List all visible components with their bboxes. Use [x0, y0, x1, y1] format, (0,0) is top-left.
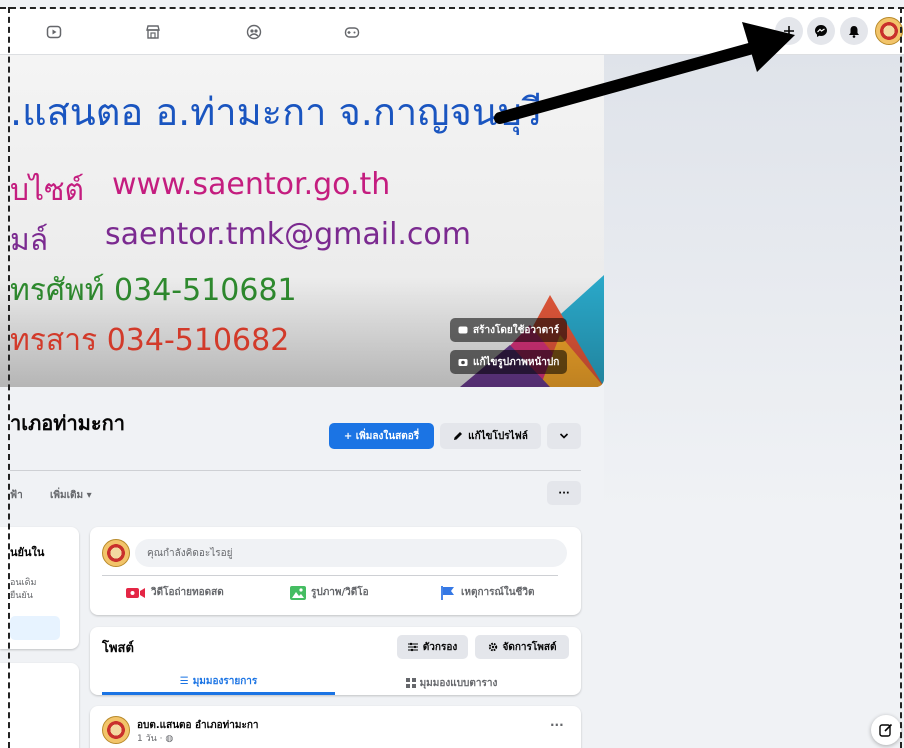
pencil-icon [454, 432, 463, 440]
flag-icon [441, 585, 454, 600]
profile-divider [10, 470, 581, 471]
top-navigation-bar [0, 9, 904, 55]
live-video-button[interactable]: วิดีโอถ่ายทอดสด [126, 585, 224, 600]
photo-video-button[interactable]: รูปภาพ/วิดีโอ [290, 585, 369, 600]
list-view-tab[interactable]: ☰ มุมมองรายการ [102, 671, 335, 695]
tab-partial[interactable]: ฟ้า [10, 488, 23, 503]
manage-posts-button[interactable]: จัดการโพสต์ [475, 635, 569, 659]
globe-icon: ◍ [165, 734, 174, 744]
profile-dropdown-button[interactable] [547, 423, 581, 449]
notifications-bell-icon[interactable] [840, 17, 868, 45]
edit-profile-button[interactable]: แก้ไขโปรไฟล์ [440, 423, 541, 449]
tabs-more-options-button[interactable]: ··· [547, 481, 581, 505]
frame-left-edge [8, 7, 10, 748]
life-event-button[interactable]: เหตุการณ์ในชีวิต [440, 585, 534, 600]
edit-cover-photo-button[interactable]: แก้ไขรูปภาพหน้าปก [450, 350, 568, 374]
grid-view-label: มุมมองแบบตาราง [419, 677, 498, 689]
new-message-button[interactable] [871, 715, 901, 745]
composer-avatar [102, 539, 130, 567]
cover-website-value: www.saentor.go.th [112, 167, 391, 202]
grid-view-tab[interactable]: มุมมองแบบตาราง [335, 671, 568, 695]
frame-right-edge [900, 7, 902, 748]
intro-line-2: ยืนยัน [10, 591, 33, 601]
create-with-avatar-label: สร้างโดยใช้อวาตาร์ [473, 324, 560, 336]
posts-header-card: โพสต์ ตัวกรอง จัดการโพสต์ ☰ มุมมองรายการ… [90, 627, 581, 695]
watch-icon[interactable] [43, 21, 65, 43]
add-to-story-button[interactable]: + เพิ่มลงในสตอรี่ [329, 423, 434, 449]
composer-divider [102, 575, 558, 576]
post-time[interactable]: 1 วัน · ◍ [137, 731, 173, 745]
photo-icon [290, 585, 306, 600]
cover-email-value: saentor.tmk@gmail.com [105, 217, 472, 252]
posts-title: โพสต์ [102, 641, 134, 656]
avatar-icon [458, 326, 468, 334]
post-more-options[interactable]: ··· [550, 718, 564, 732]
messenger-icon[interactable] [807, 17, 835, 45]
manage-posts-label: จัดการโพสต์ [502, 641, 557, 653]
marketplace-icon[interactable] [142, 21, 164, 43]
list-view-label: มุมมองรายการ [192, 676, 258, 687]
cover-website-label: บไซต์ [10, 173, 84, 208]
menu-icon[interactable] [775, 17, 803, 45]
left-secondary-card [0, 663, 79, 748]
post-time-text: 1 วัน · [137, 734, 163, 744]
add-to-story-label: + เพิ่มลงในสตอรี่ [343, 430, 420, 442]
edit-cover-photo-label: แก้ไขรูปภาพหน้าปก [473, 356, 560, 368]
live-video-icon [126, 587, 145, 598]
photo-video-label: รูปภาพ/วิดีโอ [311, 587, 369, 598]
cover-email-label: มล์ [10, 223, 49, 258]
list-view-icon: ☰ [179, 676, 189, 687]
profile-name: าเภอท่ามะกา [10, 411, 125, 435]
groups-icon[interactable] [243, 21, 265, 43]
filter-button[interactable]: ตัวกรอง [397, 635, 468, 659]
account-avatar[interactable] [875, 17, 903, 45]
frame-top-edge [0, 7, 904, 9]
post-card: อบต.แสนตอ อำเภอท่ามะกา 1 วัน · ◍ ··· [90, 706, 581, 748]
composer-card: คุณกำลังคิดอะไรอยู่ วิดีโอถ่ายทอดสด รูปภ… [90, 527, 581, 615]
gaming-icon[interactable] [341, 21, 363, 43]
live-video-label: วิดีโอถ่ายทอดสด [151, 587, 224, 598]
camera-icon [458, 359, 468, 366]
right-background [604, 55, 904, 515]
intro-title: นยันใน [10, 546, 45, 559]
tabs-more-options-label: ··· [558, 487, 570, 499]
life-event-label: เหตุการณ์ในชีวิต [461, 587, 535, 598]
post-author-avatar[interactable] [102, 716, 130, 744]
composer-input[interactable]: คุณกำลังคิดอะไรอยู่ [135, 539, 567, 567]
tab-more[interactable]: เพิ่มเติม ▾ [50, 488, 92, 503]
chevron-down-icon [559, 433, 569, 439]
cover-fax: ทรสาร 034-510682 [10, 323, 290, 358]
intro-button[interactable] [10, 616, 60, 640]
gear-icon [488, 642, 497, 652]
cover-title: .แสนตอ อ.ท่ามะกา จ.กาญจนบุรี [10, 90, 543, 134]
cover-photo: .แสนตอ อ.ท่ามะกา จ.กาญจนบุรี บไซต์ www.s… [0, 55, 604, 387]
intro-card: นยันใน อนเดิม ยืนยัน [0, 527, 79, 649]
filter-label: ตัวกรอง [422, 641, 458, 653]
filter-icon [407, 642, 418, 652]
compose-icon [879, 723, 893, 737]
create-with-avatar-button[interactable]: สร้างโดยใช้อวาตาร์ [450, 318, 568, 342]
grid-view-icon [405, 678, 416, 688]
edit-profile-label: แก้ไขโปรไฟล์ [468, 430, 528, 442]
intro-line-1: อนเดิม [10, 578, 37, 588]
